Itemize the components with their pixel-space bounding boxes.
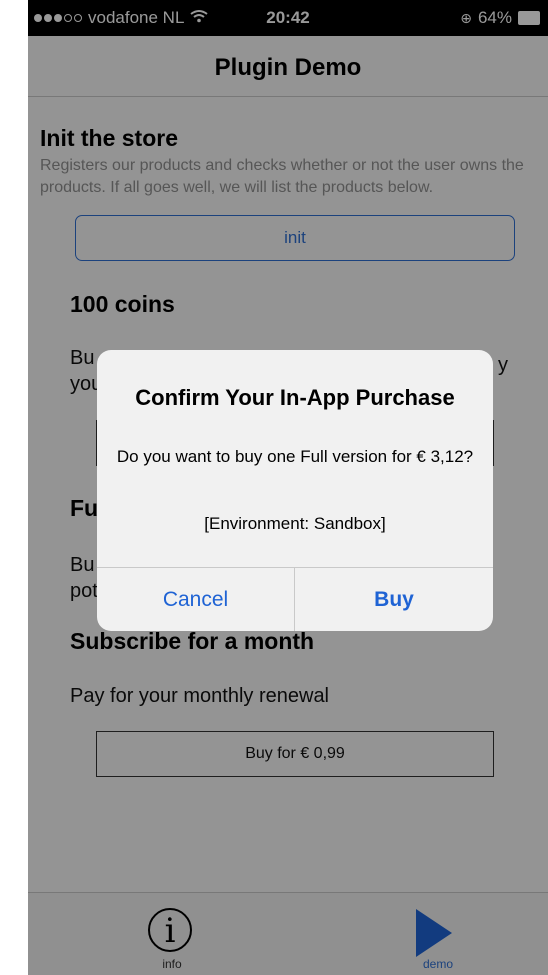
dialog-environment: [Environment: Sandbox] [204,514,386,533]
dialog-title: Confirm Your In-App Purchase [135,385,455,410]
app-screen: vodafone NL 20:42 ⊕ 64% Plugin Demo Init… [28,0,548,975]
dialog-message: Do you want to buy one Full version for … [116,447,474,466]
buy-button[interactable]: Buy [295,568,493,631]
purchase-confirm-dialog: Confirm Your In-App Purchase Do you want… [97,350,493,631]
cancel-button[interactable]: Cancel [97,568,295,631]
dialog-buttons: Cancel Buy [97,567,493,631]
